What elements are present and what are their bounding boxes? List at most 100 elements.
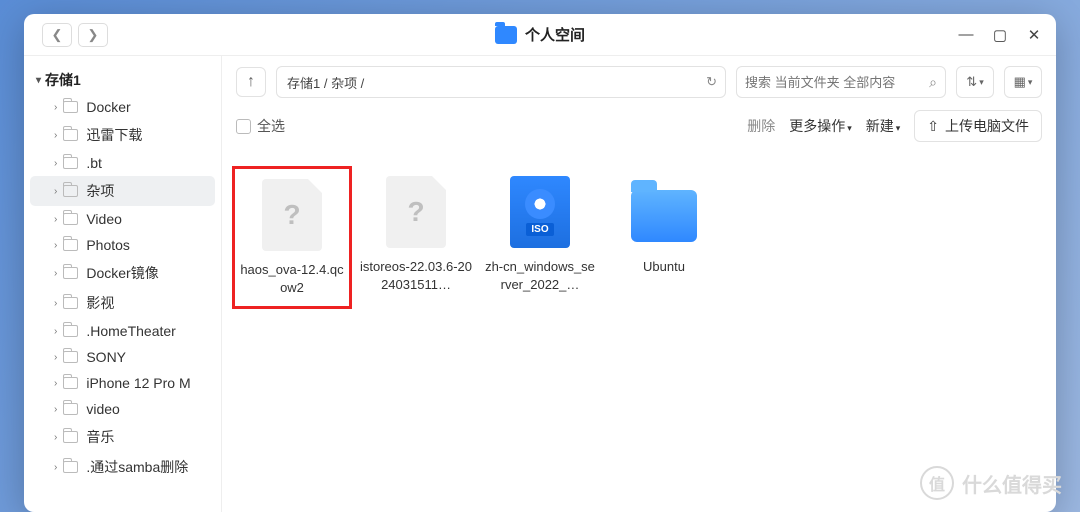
chevron-down-icon: ▾ [896,123,901,133]
nav-forward-button[interactable]: ❯ [78,23,108,47]
sidebar-item-label: 音乐 [86,427,114,447]
file-item[interactable]: ISO zh-cn_windows_server_2022_… [480,166,600,303]
more-actions-button[interactable]: 更多操作▾ [789,116,852,136]
sidebar-item-label: Docker [86,99,130,115]
sidebar-root[interactable]: ▾ 存储1 [30,66,215,94]
sidebar-item[interactable]: › .bt [30,150,215,176]
folder-icon [63,267,78,279]
folder-icon [63,185,78,197]
sidebar-item-label: Video [86,211,122,227]
chevron-right-icon: › [54,326,57,337]
folder-icon [63,377,78,389]
folder-icon [63,213,78,225]
sidebar-item-label: Photos [86,237,130,253]
chevron-right-icon: › [54,102,57,113]
unknown-file-icon [386,176,446,248]
sidebar-item[interactable]: › 音乐 [30,422,215,452]
breadcrumb-path: 存储1 / 杂项 / [287,73,364,92]
sidebar-item-label: iPhone 12 Pro M [86,375,190,391]
file-item[interactable]: haos_ova-12.4.qcow2 [232,166,352,309]
chevron-right-icon: › [54,352,57,363]
search-icon[interactable]: ⌕ [929,74,937,91]
file-name: haos_ova-12.4.qcow2 [239,261,345,296]
chevron-right-icon: › [54,462,57,473]
search-input[interactable] [745,75,923,90]
file-grid: haos_ova-12.4.qcow2 istoreos-22.03.6-2024… [222,152,1056,512]
main-panel: ↑ 存储1 / 杂项 / ↻ ⌕ ⇅▾ ▦▾ 全选 删除 [222,56,1056,512]
chevron-right-icon: › [54,432,57,443]
sidebar-item-label: .HomeTheater [86,323,175,339]
sidebar-item-label: .通过samba删除 [86,457,188,477]
folder-icon [63,129,78,141]
sidebar-item-label: 影视 [86,293,114,313]
up-directory-button[interactable]: ↑ [236,67,266,97]
chevron-right-icon: › [54,158,57,169]
sidebar-root-label: 存储1 [45,70,81,90]
folder-icon [63,239,78,251]
chevron-right-icon: › [54,404,57,415]
chevron-down-icon: ▾ [847,123,852,133]
folder-icon [63,157,78,169]
file-name: zh-cn_windows_server_2022_… [484,258,596,293]
folder-item[interactable]: Ubuntu [604,166,724,286]
breadcrumb[interactable]: 存储1 / 杂项 / ↻ [276,66,726,98]
chevron-right-icon: › [54,298,57,309]
folder-icon [63,461,78,473]
chevron-right-icon: › [54,130,57,141]
sidebar-item[interactable]: › .HomeTheater [30,318,215,344]
sidebar-item[interactable]: › 杂项 [30,176,215,206]
folder-icon [631,176,697,248]
app-folder-icon [495,26,517,44]
checkbox-icon [236,119,251,134]
upload-icon: ⇧ [927,118,939,135]
chevron-right-icon: › [54,268,57,279]
sidebar-item[interactable]: › Docker镜像 [30,258,215,288]
upload-label: 上传电脑文件 [945,116,1029,136]
new-button[interactable]: 新建▾ [866,116,901,136]
upload-button[interactable]: ⇧ 上传电脑文件 [914,110,1042,142]
folder-icon [63,325,78,337]
sidebar-item[interactable]: › 迅雷下载 [30,120,215,150]
toolbar-secondary: 全选 删除 更多操作▾ 新建▾ ⇧ 上传电脑文件 [222,104,1056,152]
nav-back-button[interactable]: ❮ [42,23,72,47]
folder-icon [63,297,78,309]
sidebar-item-label: .bt [86,155,102,171]
folder-icon [63,351,78,363]
select-all-label: 全选 [257,116,285,136]
iso-file-icon: ISO [510,176,570,248]
folder-icon [63,431,78,443]
sidebar: ▾ 存储1 › Docker › 迅雷下载 › .bt › 杂项 › Video › Photos › D… [24,56,222,512]
sidebar-item[interactable]: › .通过samba删除 [30,452,215,482]
window-title: 个人空间 [525,24,585,45]
sidebar-tree: › Docker › 迅雷下载 › .bt › 杂项 › Video › Photos › Docker镜… [30,94,215,482]
file-item[interactable]: istoreos-22.03.6-2024031511… [356,166,476,303]
file-manager-window: ❮ ❯ 个人空间 — ▢ ✕ ▾ 存储1 › Docker › 迅雷下载 › .bt › 杂项… [24,14,1056,512]
sidebar-item[interactable]: › video [30,396,215,422]
view-mode-button[interactable]: ▦▾ [1004,66,1042,98]
sidebar-item-label: 迅雷下载 [86,125,142,145]
chevron-right-icon: › [54,240,57,251]
sidebar-item[interactable]: › 影视 [30,288,215,318]
close-button[interactable]: ✕ [1026,27,1042,43]
sidebar-item[interactable]: › SONY [30,344,215,370]
folder-icon [63,403,78,415]
sidebar-item[interactable]: › Video [30,206,215,232]
minimize-button[interactable]: — [958,27,974,43]
chevron-right-icon: › [54,214,57,225]
sidebar-item[interactable]: › Photos [30,232,215,258]
sidebar-item[interactable]: › Docker [30,94,215,120]
chevron-down-icon: ▾ [36,75,41,86]
folder-icon [63,101,78,113]
search-box[interactable]: ⌕ [736,66,946,98]
delete-button[interactable]: 删除 [747,116,775,136]
select-all-checkbox[interactable]: 全选 [236,116,285,136]
sidebar-item[interactable]: ›iPhone 12 Pro M [30,370,215,396]
sidebar-item-label: 杂项 [86,181,114,201]
sidebar-item-label: video [86,401,119,417]
sort-button[interactable]: ⇅▾ [956,66,994,98]
refresh-icon[interactable]: ↻ [706,74,717,90]
maximize-button[interactable]: ▢ [992,27,1008,43]
chevron-right-icon: › [54,186,57,197]
sidebar-item-label: SONY [86,349,126,365]
sidebar-item-label: Docker镜像 [86,263,158,283]
